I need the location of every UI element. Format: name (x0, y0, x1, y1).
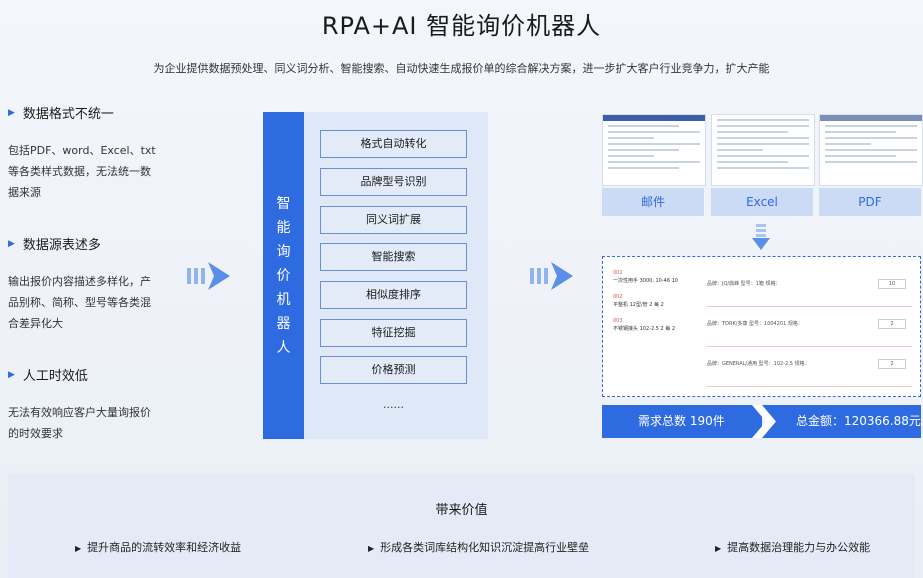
feature-price-prediction: 价格预测 (320, 356, 467, 384)
triangle-bullet-icon: ▶ (8, 238, 15, 249)
match-list: 品牌：JQ/鼎峰 型号：1箱 规格： 10 品牌：TORK/多康 型号：10042… (707, 267, 912, 387)
problem-sources: ▶ 数据源表述多 输出报价内容描述多样化，产品别称、简称、型号等各类混合差异化大 (8, 234, 158, 334)
table-row: 品牌：GENERAL/通用 型号：102-2.5 规格： 2 (707, 347, 912, 387)
problem-format: ▶ 数据格式不统一 包括PDF、word、Excel、txt等各类样式数据，无法统… (8, 103, 158, 203)
feature-mining: 特征挖掘 (320, 319, 467, 347)
pdf-thumbnail (819, 114, 923, 186)
problem-title: 人工时效低 (22, 369, 88, 384)
request-list: 001 一次性用手 3000, 10-46 10 002 平整机 12型/管 2 每… (613, 269, 701, 341)
value-item: ▶ 提升商品的流转效率和经济收益 (75, 541, 242, 554)
robot-label-char: 询 (276, 243, 291, 260)
page-subtitle: 为企业提供数据预处理、同义词分析、智能搜索、自动快速生成报价单的综合解决方案，进… (153, 62, 770, 75)
problem-efficiency: ▶ 人工时效低 无法有效响应客户大量询报价的时效要求 (8, 365, 158, 444)
source-tab-email: 邮件 (602, 188, 704, 216)
feature-format-convert: 格式自动转化 (320, 130, 467, 158)
robot-label-char: 智 (276, 195, 291, 212)
problem-desc: 无法有效响应客户大量询报价的时效要求 (8, 406, 151, 440)
more-features: ...... (383, 398, 404, 411)
feature-smart-search: 智能搜索 (320, 243, 467, 271)
robot-label-char: 价 (276, 267, 291, 284)
feature-brand-recognition: 品牌型号识别 (320, 168, 467, 196)
triangle-bullet-icon: ▶ (75, 544, 82, 553)
robot-label-char: 器 (276, 315, 291, 332)
list-item: 001 一次性用手 3000, 10-46 10 (613, 270, 678, 284)
triangle-bullet-icon: ▶ (715, 544, 722, 553)
feature-synonym: 同义词扩展 (320, 206, 467, 234)
triangle-bullet-icon: ▶ (8, 369, 15, 380)
quote-result-preview: 001 一次性用手 3000, 10-46 10 002 平整机 12型/管 2 每… (602, 256, 921, 397)
quantity-stepper[interactable]: 2 (878, 319, 906, 329)
source-tab-excel: Excel (711, 188, 813, 216)
quantity-stepper[interactable]: 2 (878, 359, 906, 369)
down-arrow-icon (752, 224, 770, 254)
value-item: ▶ 提高数据治理能力与办公效能 (715, 541, 871, 554)
table-row: 品牌：JQ/鼎峰 型号：1箱 规格： 10 (707, 267, 912, 307)
triangle-bullet-icon: ▶ (368, 544, 375, 553)
list-item: 003 不锈钢接头 102-2.5 2 每 2 (613, 318, 676, 332)
value-title: 带来价值 (435, 503, 488, 518)
problem-desc: 包括PDF、word、Excel、txt等各类样式数据，无法统一数据来源 (8, 144, 156, 199)
value-band (8, 474, 915, 578)
list-item: 002 平整机 12型/管 2 每 2 (613, 294, 664, 308)
total-amount-badge: 总金额：120366.88元 (752, 405, 921, 438)
table-row: 品牌：TORK/多康 型号：1004201 规格： 2 (707, 307, 912, 347)
triangle-bullet-icon: ▶ (8, 107, 15, 118)
excel-thumbnail (711, 114, 815, 186)
robot-label: 智 能 询 价 机 器 人 (263, 112, 304, 439)
problem-title: 数据源表述多 (22, 238, 101, 253)
total-count-badge: 需求总数 190件 (602, 405, 762, 438)
feature-similarity-sort: 相似度排序 (320, 281, 467, 309)
robot-label-char: 机 (276, 291, 291, 308)
flow-arrow-icon (530, 262, 573, 290)
problem-title: 数据格式不统一 (22, 107, 114, 122)
source-tab-pdf: PDF (819, 188, 921, 216)
flow-arrow-icon (187, 262, 230, 290)
robot-label-char: 人 (276, 339, 291, 356)
robot-label-char: 能 (276, 219, 291, 236)
value-item: ▶ 形成各类词库结构化知识沉淀提高行业壁垒 (368, 541, 590, 554)
quantity-stepper[interactable]: 10 (878, 279, 906, 289)
problem-desc: 输出报价内容描述多样化，产品别称、简称、型号等各类混合差异化大 (8, 275, 151, 330)
email-thumbnail (602, 114, 706, 186)
page-title: RPA+AI 智能询价机器人 (321, 12, 602, 40)
